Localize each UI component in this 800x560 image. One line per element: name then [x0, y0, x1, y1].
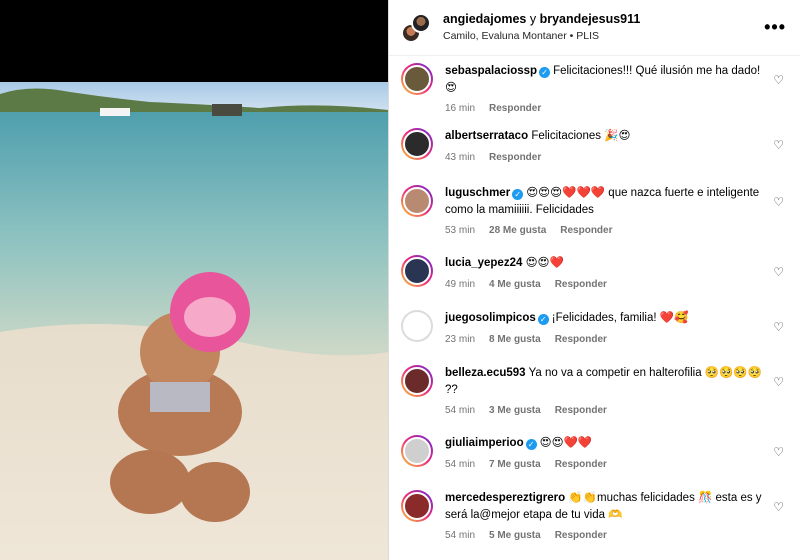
verified-icon: ✓ [537, 314, 549, 325]
comment-username[interactable]: giuliaimperioo [445, 437, 524, 449]
comment-item: lucia_yepez24 😍😍❤️ 49 min 4 Me gusta Respon… [401, 255, 792, 292]
reply-button[interactable]: Responder [555, 278, 607, 293]
comment-likes[interactable]: 3 Me gusta [489, 404, 541, 419]
avatar[interactable] [401, 128, 433, 160]
comment-item: juegosolimpicos ✓ ¡Felicidades, familia! ❤… [401, 310, 792, 347]
comment-time[interactable]: 53 min [445, 224, 475, 239]
comments-panel: angiedajomes y bryandejesus911 Camilo, E… [388, 0, 800, 560]
reply-button[interactable]: Responder [555, 529, 607, 544]
like-heart-icon[interactable]: ♡ [773, 375, 784, 389]
like-heart-icon[interactable]: ♡ [773, 195, 784, 209]
reply-button[interactable]: Responder [555, 404, 607, 419]
avatar[interactable] [401, 310, 433, 342]
comment-text: Felicitaciones 🎉😍 [531, 130, 631, 142]
avatar[interactable] [401, 435, 433, 467]
verified-icon: ✓ [539, 67, 551, 78]
comment-time[interactable]: 43 min [445, 151, 475, 166]
comment-username[interactable]: albertserrataco [445, 130, 528, 142]
comment-item: albertserrataco Felicitaciones 🎉😍 43 min R… [401, 128, 792, 165]
avatar[interactable] [401, 185, 433, 217]
comment-likes[interactable]: 5 Me gusta [489, 529, 541, 544]
avatar[interactable] [411, 12, 431, 33]
audio-link[interactable]: Camilo, Evaluna Montaner • PLIS [443, 30, 764, 43]
like-heart-icon[interactable]: ♡ [773, 138, 784, 152]
comment-item: sebaspalaciossp ✓ Felicitaciones!!! Qué il… [401, 63, 792, 117]
reply-button[interactable]: Responder [489, 151, 541, 166]
comment-item: mercedespereztigrero 👏👏muchas felicidade… [401, 490, 792, 544]
author-link[interactable]: bryandejesus911 [540, 12, 641, 26]
comment-text: 😍😍❤️ [525, 257, 564, 269]
reply-button[interactable]: Responder [555, 333, 607, 348]
comment-username[interactable]: juegosolimpicos [445, 312, 536, 324]
comment-time[interactable]: 23 min [445, 333, 475, 348]
comment-text: 😍😍❤️❤️ [539, 437, 593, 449]
like-heart-icon[interactable]: ♡ [773, 500, 784, 514]
comment-username[interactable]: sebaspalaciossp [445, 65, 537, 77]
comment-item: giuliaimperioo ✓ 😍😍❤️❤️ 54 min 7 Me gusta Res… [401, 435, 792, 472]
post-media [0, 0, 388, 560]
comment-username[interactable]: belleza.ecu593 [445, 367, 526, 379]
comment-time[interactable]: 16 min [445, 102, 475, 117]
reply-button[interactable]: Responder [560, 224, 612, 239]
more-options-button[interactable]: ••• [764, 17, 786, 38]
comment-time[interactable]: 49 min [445, 278, 475, 293]
verified-icon: ✓ [525, 439, 537, 450]
comment-username[interactable]: lucia_yepez24 [445, 257, 522, 269]
verified-icon: ✓ [512, 189, 524, 200]
avatar[interactable] [401, 255, 433, 287]
comment-likes[interactable]: 8 Me gusta [489, 333, 541, 348]
comment-likes[interactable]: 4 Me gusta [489, 278, 541, 293]
post-authors: angiedajomes y bryandejesus911 [443, 12, 764, 28]
reply-button[interactable]: Responder [555, 458, 607, 473]
like-heart-icon[interactable]: ♡ [773, 265, 784, 279]
like-heart-icon[interactable]: ♡ [773, 73, 784, 87]
collab-avatars[interactable] [401, 12, 431, 43]
author-joiner: y [526, 12, 540, 27]
reply-button[interactable]: Responder [489, 102, 541, 117]
comment-time[interactable]: 54 min [445, 458, 475, 473]
avatar[interactable] [401, 63, 433, 95]
comment-likes[interactable]: 28 Me gusta [489, 224, 546, 239]
like-heart-icon[interactable]: ♡ [773, 445, 784, 459]
post-header: angiedajomes y bryandejesus911 Camilo, E… [389, 0, 800, 56]
comment-item: luguschmer ✓ 😍😍😍❤️❤️❤️ que nazca fuerte e … [401, 185, 792, 239]
comment-likes[interactable]: 7 Me gusta [489, 458, 541, 473]
avatar[interactable] [401, 365, 433, 397]
comment-text: ¡Felicidades, familia! ❤️🥰 [551, 312, 689, 324]
comment-list: sebaspalaciossp ✓ Felicitaciones!!! Qué il… [389, 56, 800, 560]
comment-username[interactable]: luguschmer [445, 187, 510, 199]
comment-time[interactable]: 54 min [445, 529, 475, 544]
author-link[interactable]: angiedajomes [443, 12, 526, 26]
comment-username[interactable]: mercedespereztigrero [445, 492, 565, 504]
like-heart-icon[interactable]: ♡ [773, 320, 784, 334]
comment-time[interactable]: 54 min [445, 404, 475, 419]
avatar[interactable] [401, 490, 433, 522]
comment-item: belleza.ecu593 Ya no va a competir en ha… [401, 365, 792, 419]
post-photo [0, 82, 388, 560]
